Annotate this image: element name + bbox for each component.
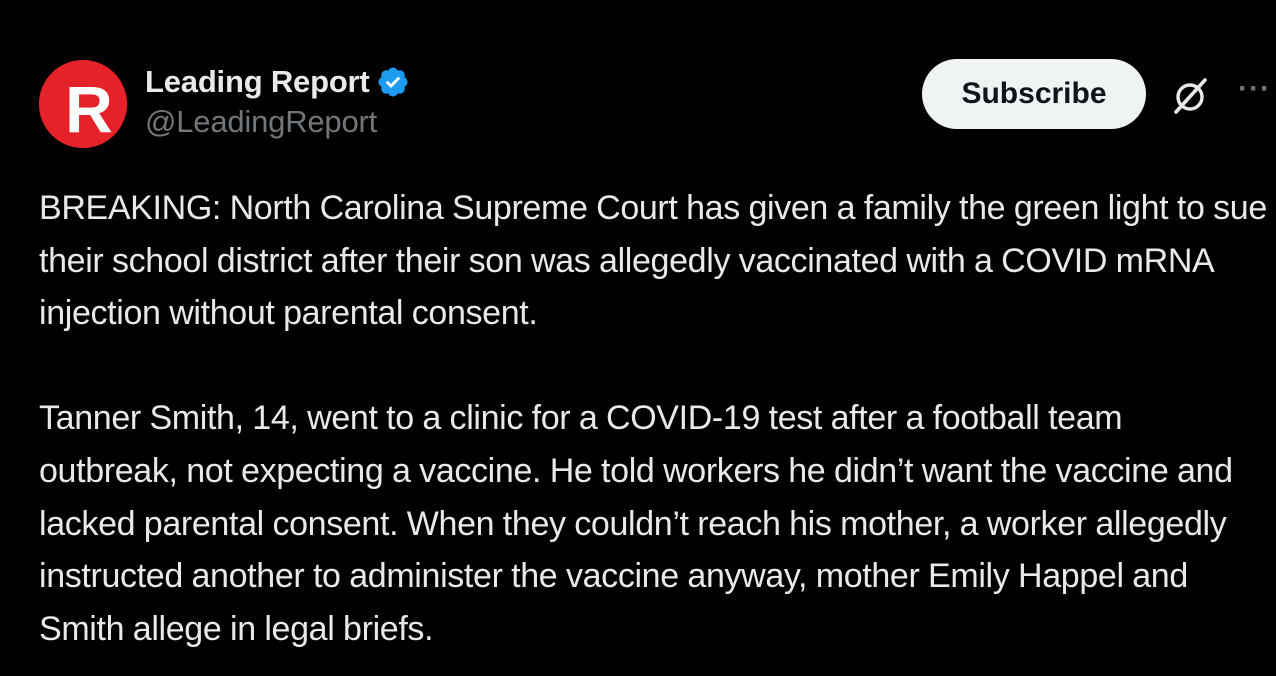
post-text: BREAKING: North Carolina Supreme Court h… (39, 182, 1269, 656)
subscribe-button[interactable]: Subscribe (922, 59, 1146, 129)
handle[interactable]: @LeadingReport (145, 104, 410, 140)
tweet: R LEADING Leading Report @LeadingReport … (0, 0, 1276, 676)
leading-report-logo-icon: R LEADING (39, 60, 127, 148)
more-icon[interactable]: ··· (1238, 72, 1276, 116)
verified-badge-icon[interactable] (376, 65, 410, 99)
avatar-letter: R (65, 72, 113, 146)
author-block: Leading Report @LeadingReport (145, 60, 410, 140)
name-row: Leading Report (145, 60, 410, 104)
post-paragraph-2: Tanner Smith, 14, went to a clinic for a… (39, 399, 1233, 648)
grok-icon[interactable] (1170, 75, 1212, 117)
display-name[interactable]: Leading Report (145, 64, 370, 100)
avatar[interactable]: R LEADING (39, 60, 127, 148)
post-paragraph-1: BREAKING: North Carolina Supreme Court h… (39, 189, 1267, 333)
avatar-side-text: LEADING (58, 89, 70, 139)
